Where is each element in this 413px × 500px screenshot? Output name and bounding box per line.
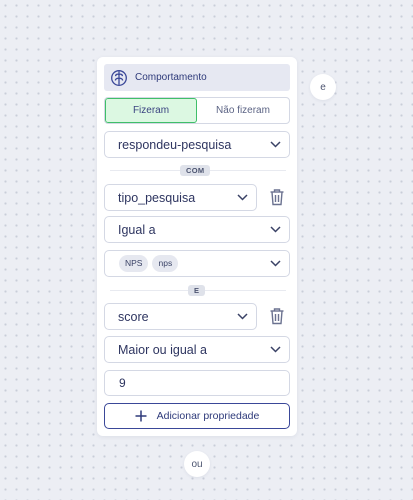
- delete-property-2-button[interactable]: [267, 305, 287, 327]
- property-1-name-select[interactable]: tipo_pesquisa: [104, 184, 257, 211]
- card-header: Comportamento: [104, 64, 290, 91]
- and-connector-button[interactable]: e: [310, 74, 336, 100]
- property-1-operator-select[interactable]: Igual a: [104, 216, 290, 243]
- property-2-operator: Maior ou igual a: [118, 342, 207, 357]
- chevron-down-icon: [237, 313, 248, 320]
- event-select[interactable]: respondeu-pesquisa: [104, 131, 290, 158]
- chevron-down-icon: [237, 194, 248, 201]
- brain-icon: [110, 69, 128, 87]
- with-label: COM: [180, 165, 211, 176]
- tab-nao-fizeram[interactable]: Não fizeram: [197, 98, 289, 123]
- did-toggle: Fizeram Não fizeram: [104, 97, 290, 124]
- property-2-value-input[interactable]: 9: [104, 370, 290, 396]
- delete-property-1-button[interactable]: [267, 186, 287, 208]
- plus-icon: [135, 410, 147, 422]
- or-connector-button[interactable]: ou: [184, 451, 210, 477]
- chevron-down-icon: [270, 260, 281, 267]
- property-2-name-select[interactable]: score: [104, 303, 257, 330]
- tab-fizeram[interactable]: Fizeram: [105, 98, 197, 123]
- and-label: E: [188, 285, 206, 296]
- property-1-operator: Igual a: [118, 222, 156, 237]
- card-title: Comportamento: [135, 72, 207, 83]
- add-property-label: Adicionar propriedade: [156, 410, 260, 422]
- value-chip[interactable]: NPS: [119, 255, 149, 272]
- property-2-operator-select[interactable]: Maior ou igual a: [104, 336, 290, 363]
- event-select-value: respondeu-pesquisa: [118, 137, 232, 152]
- chevron-down-icon: [270, 226, 281, 233]
- chip-list: NPS nps: [119, 255, 270, 272]
- property-1-values-select[interactable]: NPS nps: [104, 250, 290, 277]
- behavior-filter-card: Comportamento Fizeram Não fizeram respon…: [97, 57, 297, 436]
- add-property-button[interactable]: Adicionar propriedade: [104, 403, 290, 429]
- property-1-name: tipo_pesquisa: [118, 190, 196, 205]
- value-chip[interactable]: nps: [152, 255, 179, 272]
- chevron-down-icon: [270, 346, 281, 353]
- property-2-name: score: [118, 309, 149, 324]
- chevron-down-icon: [270, 141, 281, 148]
